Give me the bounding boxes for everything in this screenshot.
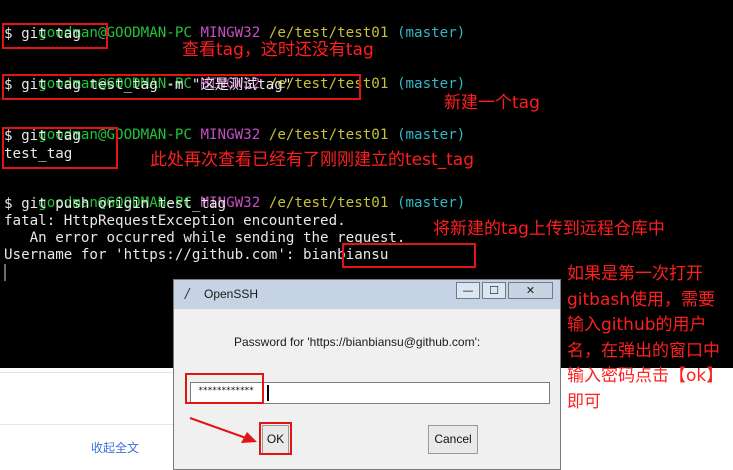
prompt-branch: (master) <box>396 127 466 143</box>
arrow-icon <box>189 417 257 443</box>
annotation-note: 新建一个tag <box>444 93 540 113</box>
terminal-cursor <box>4 264 6 281</box>
highlight-box <box>342 243 476 268</box>
cancel-button[interactable]: Cancel <box>428 425 478 454</box>
highlight-box <box>185 373 264 404</box>
password-prompt: Password for 'https://bianbiansu@github.… <box>234 335 481 349</box>
annotation-note: 查看tag，这时还没有tag <box>182 40 374 60</box>
dialog-title: OpenSSH <box>204 287 259 301</box>
text-caret <box>267 385 269 401</box>
highlight-box <box>259 422 292 455</box>
prompt-path: /e/test/test01 <box>268 127 389 143</box>
annotation-note: 此处再次查看已经有了刚刚建立的test_tag <box>150 150 475 170</box>
prompt-path: /e/test/test01 <box>268 195 389 211</box>
dialog-titlebar[interactable]: / OpenSSH — ☐ ✕ <box>174 280 560 309</box>
annotation-note: 如果是第一次打开gitbash使用，需要输入github的用户名，在弹出的窗口中… <box>567 264 724 412</box>
username-prompt: Username for 'https://github.com': <box>4 247 303 263</box>
prompt-shell: MINGW32 <box>200 127 261 143</box>
command-push-tag: $ git push origin test_tag <box>4 196 227 212</box>
prompt-line: goodman@GOODMAN-PC MINGW32 /e/test/test0… <box>4 110 465 143</box>
minimize-button[interactable]: — <box>456 282 480 299</box>
error-line: fatal: HttpRequestException encountered. <box>4 213 346 229</box>
divider <box>0 424 175 425</box>
highlight-box <box>2 23 108 49</box>
prompt-branch: (master) <box>396 195 466 211</box>
feather-icon: / <box>185 287 190 302</box>
highlight-box <box>2 74 361 100</box>
collapse-text-link[interactable]: 收起全文 <box>91 439 139 456</box>
maximize-button[interactable]: ☐ <box>482 282 506 299</box>
username-prompt-line: Username for 'https://github.com': bianb… <box>4 247 388 264</box>
prompt-line: goodman@GOODMAN-PC MINGW32 /e/test/test0… <box>4 178 465 211</box>
highlight-box <box>2 127 118 169</box>
prompt-branch: (master) <box>396 25 466 41</box>
divider <box>0 372 175 373</box>
close-button[interactable]: ✕ <box>508 282 553 299</box>
annotation-note: 将新建的tag上传到远程仓库中 <box>433 219 665 239</box>
